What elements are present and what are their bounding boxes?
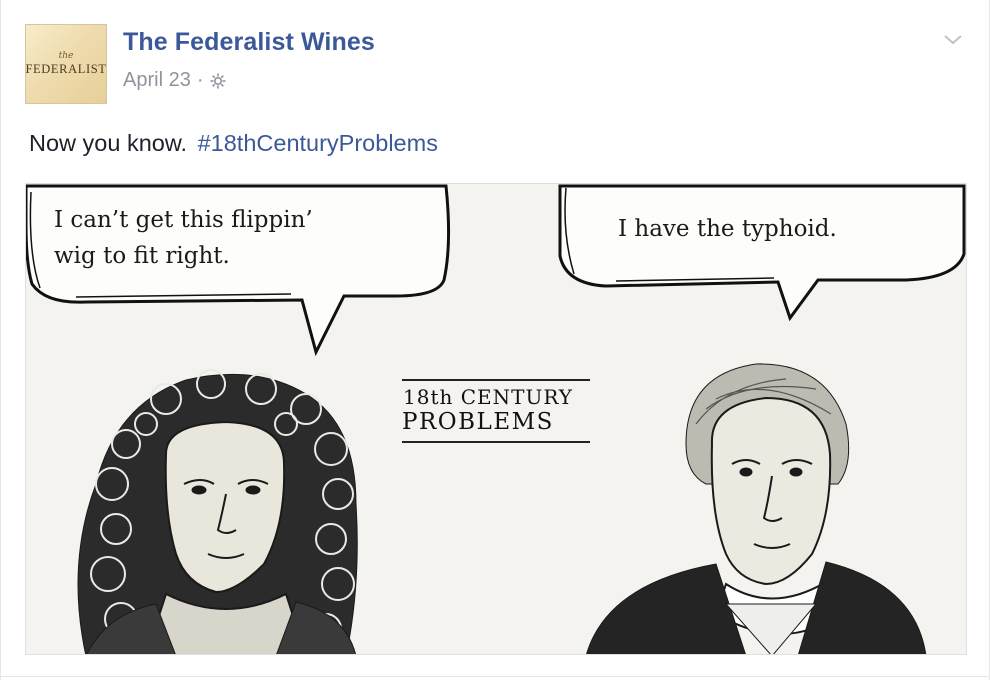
post-meta: April 23 · <box>123 69 227 92</box>
post-message: Now you know. <box>29 130 188 156</box>
meta-separator: · <box>196 69 204 91</box>
bubble-right-text: I have the typhoid. <box>618 216 837 242</box>
privacy-icon[interactable] <box>209 72 227 90</box>
bubble-left-text: I can’t get this flippin’ wig to fit rig… <box>54 202 313 274</box>
hashtag-link[interactable]: #18thCenturyProblems <box>198 130 438 156</box>
page-avatar[interactable]: the FEDERALIST <box>25 24 107 104</box>
century-problems-badge: 18th CENTURY PROBLEMS <box>402 379 590 447</box>
badge-line2: PROBLEMS <box>402 409 554 435</box>
bubble-left-line2: wig to fit right. <box>54 243 230 269</box>
post-text: Now you know. #18thCenturyProblems <box>29 130 438 157</box>
post-footer-divider <box>1 676 989 677</box>
chevron-down-icon[interactable] <box>941 30 965 48</box>
page-name-link[interactable]: The Federalist Wines <box>123 28 375 57</box>
avatar-small-word: the <box>58 50 74 61</box>
badge-line1: 18th CENTURY <box>403 385 573 409</box>
post-card: the FEDERALIST The Federalist Wines Apri… <box>0 0 990 680</box>
portrait-left <box>77 369 358 654</box>
badge-bottom-rule <box>402 441 590 443</box>
post-date-link[interactable]: April 23 <box>123 69 191 92</box>
post-header: the FEDERALIST The Federalist Wines Apri… <box>25 24 965 104</box>
speech-bubble-right <box>558 184 966 322</box>
bubble-left-line1: I can’t get this flippin’ <box>54 207 313 233</box>
portrait-right <box>586 363 927 654</box>
post-image[interactable]: I can’t get this flippin’ wig to fit rig… <box>25 183 967 655</box>
badge-top-rule <box>402 379 590 381</box>
avatar-brand-word: FEDERALIST <box>25 61 107 76</box>
